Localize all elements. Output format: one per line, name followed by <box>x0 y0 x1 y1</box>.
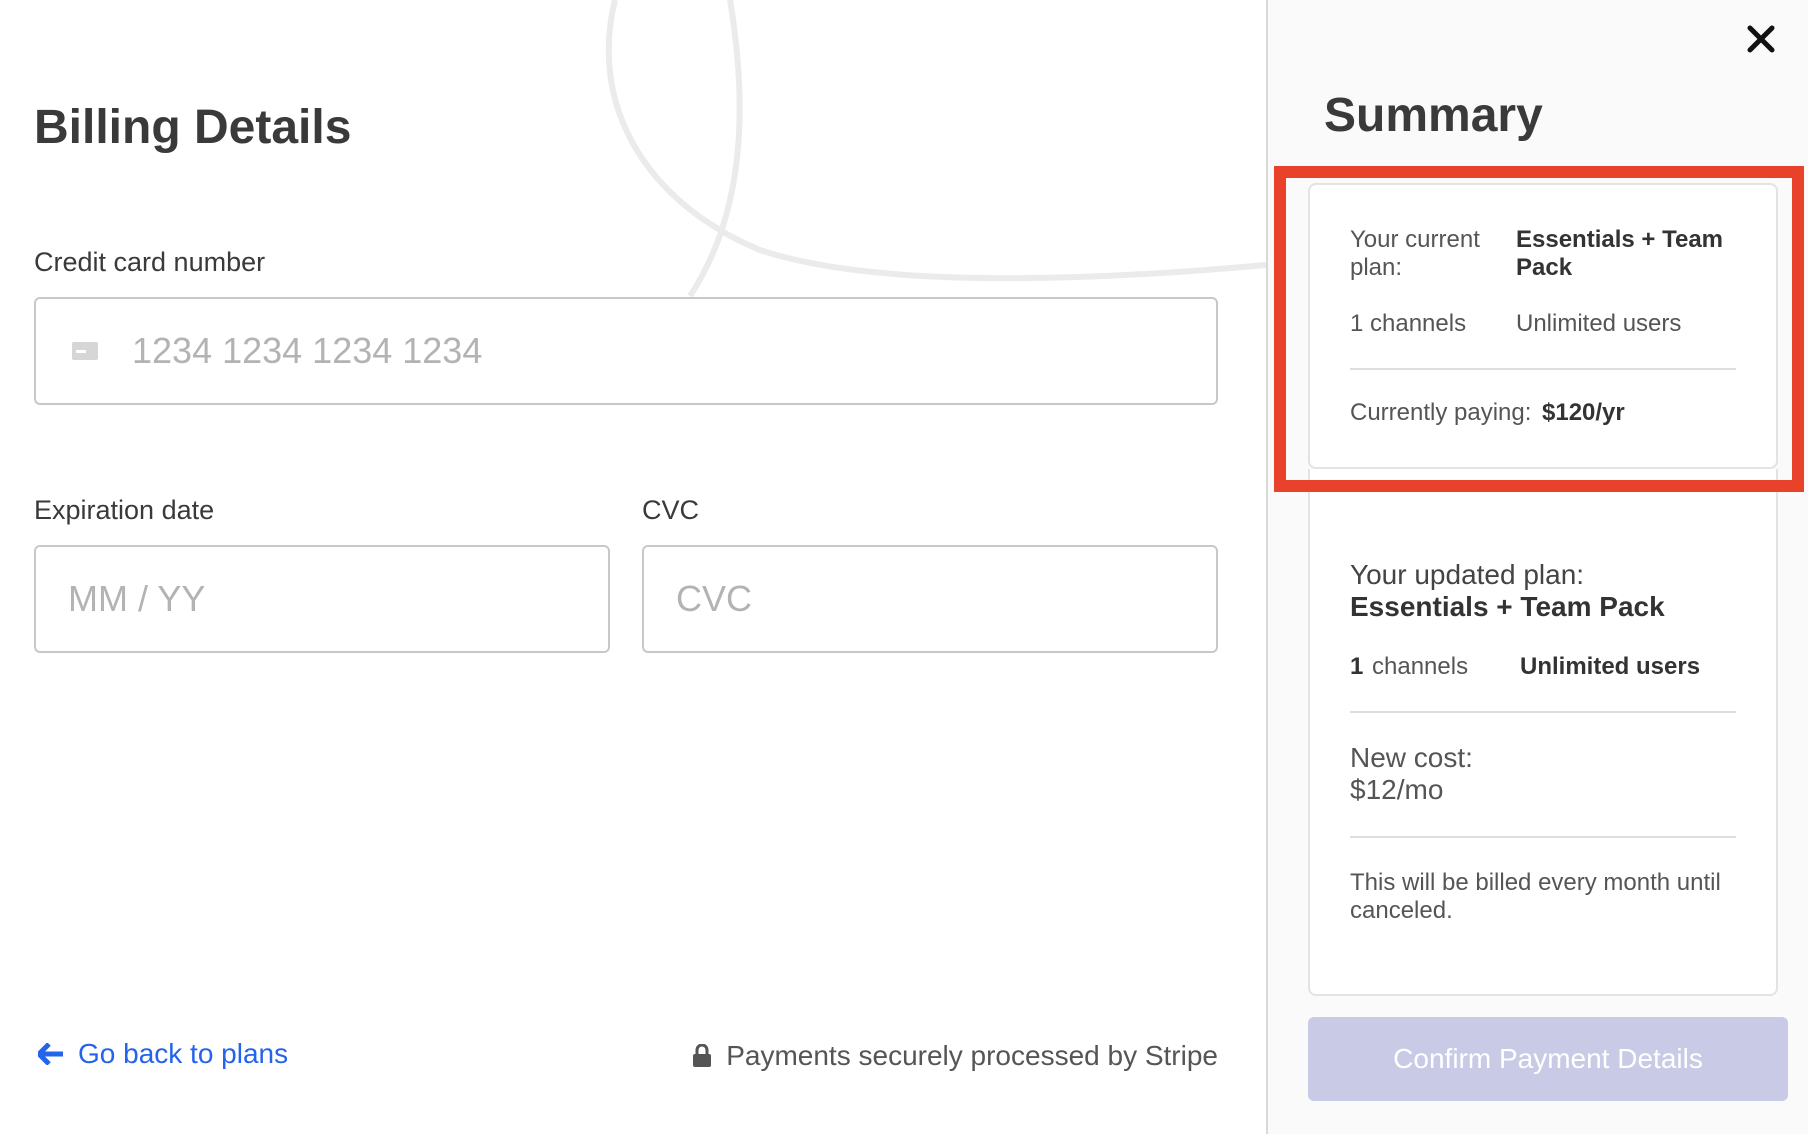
card-number-placeholder: 1234 1234 1234 1234 <box>132 330 483 371</box>
currently-paying-value: $120/yr <box>1542 399 1625 426</box>
arrow-left-icon <box>38 1043 63 1065</box>
updated-plan-name: Essentials + Team Pack <box>1350 591 1665 622</box>
background-decoration <box>605 0 1266 298</box>
stripe-note: Payments securely processed by Stripe <box>692 1040 1218 1072</box>
new-cost-label: New cost: <box>1350 742 1473 773</box>
expiration-label: Expiration date <box>34 495 215 525</box>
updated-users: Unlimited users <box>1520 653 1701 680</box>
updated-channels-count: 1 <box>1350 653 1364 680</box>
summary-pane: Summary Your current plan: Essentials + … <box>1266 0 1808 1134</box>
back-link-label: Go back to plans <box>78 1038 289 1069</box>
expiration-input[interactable]: MM / YY <box>34 545 610 653</box>
updated-plan-card: Your updated plan: Essentials + Team Pac… <box>1308 469 1778 996</box>
divider <box>1350 368 1736 370</box>
billing-note: This will be billed every month until ca… <box>1350 869 1721 924</box>
cvc-placeholder: CVC <box>676 578 753 619</box>
confirm-payment-button[interactable]: Confirm Payment Details <box>1308 1017 1788 1101</box>
current-users: Unlimited users <box>1516 310 1682 337</box>
divider <box>1350 711 1736 713</box>
current-plan-name: Essentials + Team Pack <box>1516 226 1723 281</box>
lock-icon <box>693 1044 712 1067</box>
updated-plan-label: Your updated plan: <box>1350 559 1585 590</box>
divider <box>1350 836 1736 838</box>
cvc-label: CVC <box>642 495 700 525</box>
cvc-input[interactable]: CVC <box>642 545 1218 653</box>
back-to-plans-link[interactable]: Go back to plans <box>38 1038 288 1070</box>
expiration-placeholder: MM / YY <box>68 578 206 619</box>
updated-channels-label: channels <box>1372 653 1469 680</box>
card-icon <box>72 342 98 360</box>
card-number-input[interactable]: 1234 1234 1234 1234 <box>34 297 1218 405</box>
currently-paying-label: Currently paying: <box>1350 399 1532 426</box>
billing-pane: Billing Details Credit card number 1234 … <box>0 0 1266 1134</box>
page-title: Billing Details <box>34 101 352 154</box>
current-plan-label: Your current plan: <box>1350 226 1480 281</box>
stripe-note-text: Payments securely processed by Stripe <box>726 1040 1218 1071</box>
new-cost-value: $12/mo <box>1350 774 1444 805</box>
checkout-page: Billing Details Credit card number 1234 … <box>0 0 1808 1134</box>
card-number-label: Credit card number <box>34 247 266 277</box>
current-channels: 1 channels <box>1350 310 1467 337</box>
current-plan-card: Your current plan: Essentials + Team Pac… <box>1308 183 1778 469</box>
summary-title: Summary <box>1324 89 1543 142</box>
close-icon[interactable] <box>1744 22 1778 56</box>
